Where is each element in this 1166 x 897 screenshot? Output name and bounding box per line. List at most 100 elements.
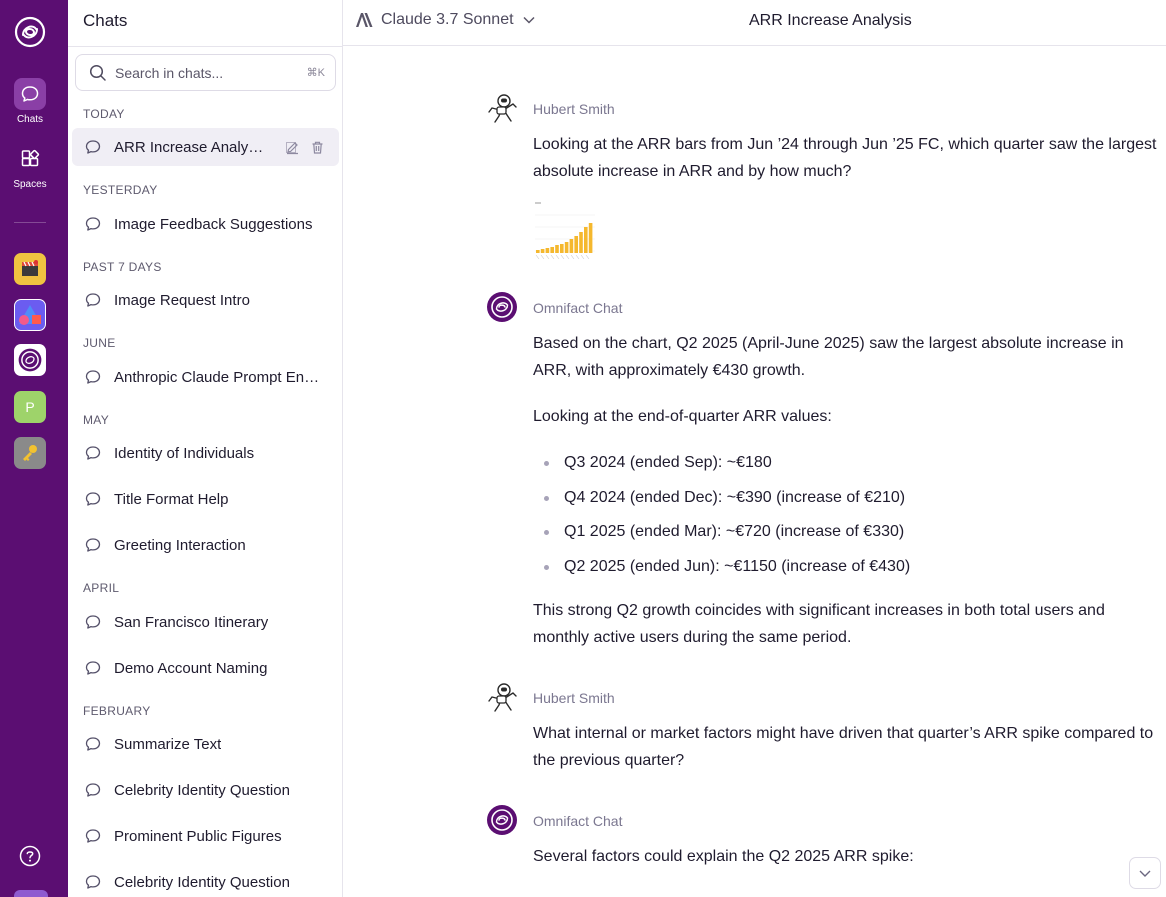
message-text: Several factors could explain the Q2 202… xyxy=(533,848,914,865)
app-window: Chats Spaces P Chats Search in chats... … xyxy=(0,0,1166,897)
message-text: Looking at the ARR bars from Jun ’24 thr… xyxy=(533,136,1157,180)
sidebar-title: Chats xyxy=(83,11,128,30)
chat-item-label: Identity of Individuals xyxy=(114,444,255,462)
chat-item-label: San Francisco Itinerary xyxy=(114,613,269,631)
message-author: Hubert Smith xyxy=(533,690,615,706)
chat-item-label: Title Format Help xyxy=(114,490,229,508)
chat-item-demo-account-naming[interactable]: Demo Account Naming xyxy=(72,649,339,687)
omnifact-avatar-icon xyxy=(487,292,517,322)
thumbnail-bar xyxy=(584,227,588,253)
chat-bubble-icon xyxy=(14,78,46,110)
chat-bubble-icon xyxy=(85,615,101,629)
chat-bubble-icon xyxy=(85,661,101,675)
chat-bubble-icon xyxy=(85,875,101,889)
anthropic-logo-icon xyxy=(356,13,373,27)
chat-bubble-icon xyxy=(85,492,101,506)
rail-chats-label: Chats xyxy=(16,114,44,125)
chat-item-label: Celebrity Identity Question xyxy=(114,781,290,799)
rail-chats-button[interactable]: Chats xyxy=(0,78,60,125)
thumbnail-bar xyxy=(579,232,583,253)
chat-item-label: Prominent Public Figures xyxy=(114,827,282,845)
chat-bubble-icon xyxy=(85,446,101,460)
thumbnail-bar xyxy=(536,250,540,253)
group-label-february: FEBRUARY xyxy=(83,704,151,718)
grid-icon xyxy=(14,143,46,175)
p-app-label: P xyxy=(25,399,35,415)
thumbnail-bar xyxy=(564,242,569,253)
thumbnail-bar xyxy=(545,248,550,253)
chat-item-label: Greeting Interaction xyxy=(114,536,246,554)
user-avatar[interactable] xyxy=(14,890,48,897)
chat-item-label: Celebrity Identity Question xyxy=(114,873,290,891)
bullet-item: Q1 2025 (ended Mar): ~€720 (increase of … xyxy=(533,520,1153,555)
chat-bubble-icon xyxy=(85,293,101,307)
shapes-app-icon[interactable] xyxy=(14,299,46,331)
chat-item-image-request-intro[interactable]: Image Request Intro xyxy=(72,281,339,319)
chat-bubble-icon xyxy=(85,737,101,751)
model-selector[interactable]: Claude 3.7 Sonnet xyxy=(355,11,536,29)
clapperboard-icon[interactable] xyxy=(14,253,46,285)
chats-sidebar: Chats ⌘K TODAY ARR Increase Analysis YES… xyxy=(68,0,343,897)
chat-item-image-feedback-suggestions[interactable]: Image Feedback Suggestions xyxy=(72,205,339,243)
search-box[interactable]: ⌘K xyxy=(75,54,336,91)
omnifact-avatar-icon xyxy=(487,805,517,835)
search-shortcut: ⌘K xyxy=(306,67,325,79)
chevron-down-icon xyxy=(1139,870,1151,877)
chat-item-actions xyxy=(285,140,339,155)
chat-item-greeting-interaction[interactable]: Greeting Interaction xyxy=(72,526,339,564)
message-bullet-list: Q3 2024 (ended Sep): ~€180 Q4 2024 (ende… xyxy=(533,451,1153,589)
message-paragraph: Based on the chart, Q2 2025 (April-June … xyxy=(533,335,1124,379)
message-author: Omnifact Chat xyxy=(533,300,623,316)
chat-item-san-francisco-itinerary[interactable]: San Francisco Itinerary xyxy=(72,603,339,641)
bullet-item: Q3 2024 (ended Sep): ~€180 xyxy=(533,451,1153,486)
rail-spaces-button[interactable]: Spaces xyxy=(0,143,60,190)
chat-bubble-icon xyxy=(85,140,101,154)
group-label-yesterday: YESTERDAY xyxy=(83,183,158,197)
trash-icon[interactable] xyxy=(310,140,325,155)
thumbnail-bar xyxy=(574,236,578,253)
group-label-today: TODAY xyxy=(83,107,125,121)
chat-item-arr-increase-analysis[interactable]: ARR Increase Analysis xyxy=(72,128,339,166)
letter-p-icon[interactable]: P xyxy=(14,391,46,423)
chat-item-anthropic-claude-prompt[interactable]: Anthropic Claude Prompt Engineering xyxy=(72,358,339,396)
chat-item-identity-of-individuals[interactable]: Identity of Individuals xyxy=(72,434,339,472)
chat-bubble-icon xyxy=(85,783,101,797)
astronaut-avatar-icon xyxy=(488,94,517,123)
thumbnail-bar xyxy=(569,239,574,253)
edit-icon[interactable] xyxy=(285,140,300,155)
chat-item-celebrity-identity-question-2[interactable]: Celebrity Identity Question xyxy=(72,863,339,897)
chat-item-title-format-help[interactable]: Title Format Help xyxy=(72,480,339,518)
chat-topbar: Claude 3.7 Sonnet ARR Increase Analysis xyxy=(343,0,1166,46)
chat-item-prominent-public-figures[interactable]: Prominent Public Figures xyxy=(72,817,339,855)
message-paragraph: Looking at the end-of-quarter ARR values… xyxy=(533,408,832,425)
bullet-item: Q4 2024 (ended Dec): ~€390 (increase of … xyxy=(533,486,1153,521)
chat-item-label: Anthropic Claude Prompt Engineering xyxy=(114,368,324,386)
chat-item-label: Summarize Text xyxy=(114,735,222,753)
thumbnail-bar xyxy=(588,223,593,253)
chat-item-celebrity-identity-question[interactable]: Celebrity Identity Question xyxy=(72,771,339,809)
group-label-june: JUNE xyxy=(83,336,116,350)
chat-item-label: Image Request Intro xyxy=(114,291,250,309)
chat-item-label: Demo Account Naming xyxy=(114,659,268,677)
chat-bubble-icon xyxy=(85,370,101,384)
thumbnail-bar xyxy=(560,244,564,253)
bullet-item: Q2 2025 (ended Jun): ~€1150 (increase of… xyxy=(533,555,1153,590)
help-circle-icon[interactable] xyxy=(19,845,41,867)
thumbnail-bar xyxy=(555,245,559,253)
omnifact-logo-icon[interactable] xyxy=(14,16,46,48)
chat-bubble-icon xyxy=(85,829,101,843)
scroll-to-bottom-button[interactable] xyxy=(1129,857,1161,889)
chat-item-label: ARR Increase Analysis xyxy=(114,138,264,156)
key-icon[interactable] xyxy=(14,437,46,469)
sidebar-divider xyxy=(68,46,343,47)
astronaut-avatar-icon xyxy=(488,683,517,712)
chat-bubble-icon xyxy=(85,217,101,231)
chat-item-label: Image Feedback Suggestions xyxy=(114,215,313,233)
thumbnail-bar xyxy=(540,249,545,253)
conversation-title: ARR Increase Analysis xyxy=(749,12,912,29)
omnifact-app-tile[interactable] xyxy=(14,344,46,376)
search-input[interactable] xyxy=(115,64,307,81)
search-icon xyxy=(89,64,106,81)
attached-chart-thumbnail[interactable] xyxy=(533,200,597,260)
chat-item-summarize-text[interactable]: Summarize Text xyxy=(72,725,339,763)
